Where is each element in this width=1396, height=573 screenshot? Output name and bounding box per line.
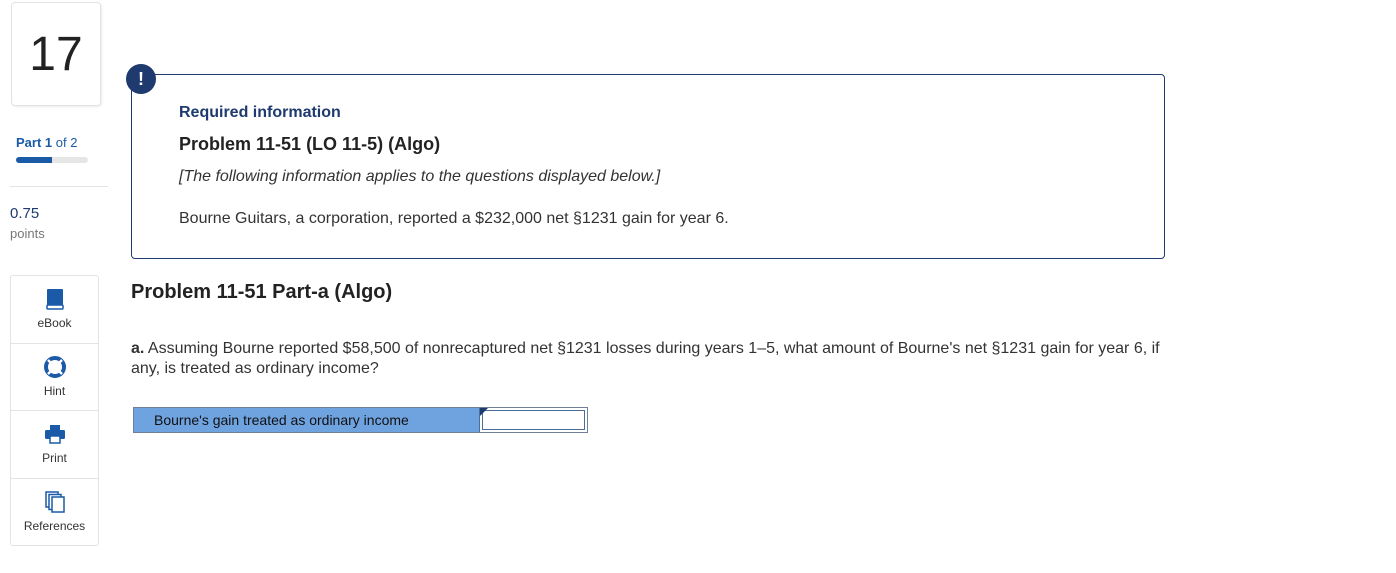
required-info-heading: Required information: [179, 104, 341, 121]
book-icon: [45, 289, 64, 310]
ebook-button[interactable]: eBook: [11, 276, 98, 344]
tools-panel: eBook Hint Print References: [10, 275, 99, 546]
points-value: 0.75: [10, 205, 40, 222]
references-button[interactable]: References: [11, 479, 98, 547]
cell-flag-icon: [480, 408, 488, 416]
sidebar-divider: [10, 186, 108, 187]
info-text: Bourne Guitars, a corporation, reported …: [179, 210, 729, 227]
part-indicator: Part 1 of 2: [16, 135, 77, 150]
part-progress-bar: [16, 157, 88, 163]
points-label: points: [10, 226, 45, 241]
question-number: 17: [11, 2, 101, 106]
print-button[interactable]: Print: [11, 411, 98, 479]
part-progress-fill: [16, 157, 52, 163]
problem-title: Problem 11-51 (LO 11-5) (Algo): [179, 134, 441, 154]
question-body: Assuming Bourne reported $58,500 of nonr…: [131, 340, 1160, 377]
part-current: 1: [44, 135, 53, 150]
print-label: Print: [42, 451, 67, 466]
answer-input[interactable]: [482, 410, 585, 430]
answer-cell: [480, 408, 587, 432]
documents-icon: [44, 491, 65, 513]
question-prefix: a.: [131, 340, 145, 357]
printer-icon: [44, 425, 65, 444]
part-label: Part: [16, 135, 42, 150]
hint-label: Hint: [43, 383, 66, 398]
part-total: of 2: [55, 135, 78, 150]
question-text: a. Assuming Bourne reported $58,500 of n…: [131, 339, 1171, 379]
hint-button[interactable]: Hint: [11, 344, 98, 411]
info-note: [The following information applies to th…: [179, 168, 661, 185]
lifebuoy-icon: [43, 355, 66, 378]
answer-label: Bourne's gain treated as ordinary income: [134, 408, 480, 432]
required-info-box: [131, 74, 1165, 259]
answer-table: Bourne's gain treated as ordinary income: [133, 407, 588, 433]
part-title: Problem 11-51 Part-a (Algo): [131, 281, 393, 303]
ebook-label: eBook: [37, 316, 72, 331]
references-label: References: [23, 519, 86, 534]
alert-icon: !: [126, 64, 156, 94]
